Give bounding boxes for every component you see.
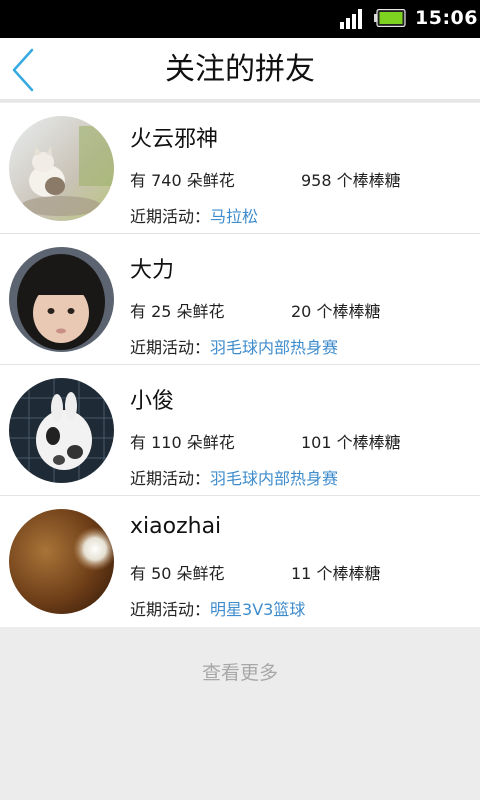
friend-item[interactable]: 大力 有 25 朵鲜花 20 个棒棒糖 近期活动：羽毛球内部热身赛	[0, 234, 480, 365]
flower-count: 有 110 朵鲜花	[130, 433, 235, 452]
friend-name: xiaozhai	[130, 514, 222, 539]
status-time: 15:06	[415, 7, 478, 29]
activity-label: 近期活动：	[130, 338, 211, 357]
avatar	[9, 509, 114, 614]
lollipop-count: 20 个棒棒糖	[291, 302, 381, 321]
title-bar: 关注的拼友	[0, 38, 480, 102]
friends-list: 火云邪神 有 740 朵鲜花 958 个棒棒糖 近期活动：马拉松 大力 有 25…	[0, 103, 480, 627]
lollipop-count: 101 个棒棒糖	[301, 433, 401, 452]
activity-link[interactable]: 羽毛球内部热身赛	[210, 469, 338, 488]
activity-link[interactable]: 明星3V3篮球	[210, 600, 305, 619]
status-bar: 15:06	[0, 0, 480, 38]
friend-item[interactable]: 火云邪神 有 740 朵鲜花 958 个棒棒糖 近期活动：马拉松	[0, 103, 480, 234]
signal-icon	[340, 9, 362, 29]
avatar	[9, 247, 114, 352]
activity-label: 近期活动：	[130, 600, 211, 619]
avatar	[9, 378, 114, 483]
recent-activity: 近期活动：马拉松	[130, 203, 258, 227]
activity-label: 近期活动：	[130, 207, 211, 226]
friend-name: 大力	[130, 258, 175, 283]
friend-name: 火云邪神	[130, 127, 219, 152]
activity-label: 近期活动：	[130, 469, 211, 488]
friend-name: 小俊	[130, 389, 175, 414]
flower-count: 有 740 朵鲜花	[130, 171, 235, 190]
lollipop-count: 958 个棒棒糖	[301, 171, 401, 190]
friend-item[interactable]: 小俊 有 110 朵鲜花 101 个棒棒糖 近期活动：羽毛球内部热身赛	[0, 365, 480, 496]
activity-link[interactable]: 马拉松	[210, 207, 258, 226]
flower-count: 有 25 朵鲜花	[130, 302, 225, 321]
avatar	[9, 116, 114, 221]
battery-icon	[374, 9, 406, 27]
recent-activity: 近期活动：明星3V3篮球	[130, 596, 305, 620]
view-more-button[interactable]: 查看更多	[0, 658, 480, 685]
activity-link[interactable]: 羽毛球内部热身赛	[210, 338, 338, 357]
page-title: 关注的拼友	[165, 52, 315, 87]
flower-count: 有 50 朵鲜花	[130, 564, 225, 583]
recent-activity: 近期活动：羽毛球内部热身赛	[130, 465, 338, 489]
lollipop-count: 11 个棒棒糖	[291, 564, 381, 583]
friend-item[interactable]: xiaozhai 有 50 朵鲜花 11 个棒棒糖 近期活动：明星3V3篮球	[0, 496, 480, 627]
recent-activity: 近期活动：羽毛球内部热身赛	[130, 334, 338, 358]
